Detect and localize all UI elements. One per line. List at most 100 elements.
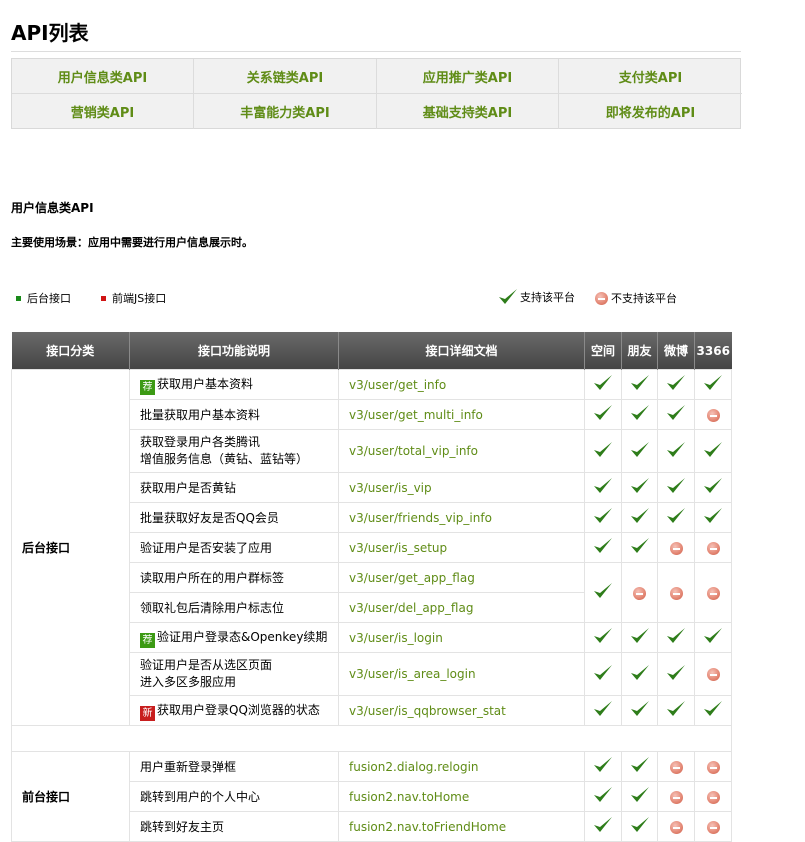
api-doc-link[interactable]: v3/user/is_setup xyxy=(338,532,585,563)
api-doc-link[interactable]: v3/user/get_app_flag xyxy=(338,562,585,593)
api-description: 获取用户是否黄钻 xyxy=(129,472,339,503)
prohibited-icon xyxy=(706,586,720,600)
supported-cell xyxy=(621,429,658,473)
api-doc-link[interactable]: v3/user/del_app_flag xyxy=(338,592,585,623)
api-description-text: 获取用户登录QQ浏览器的状态 xyxy=(157,702,320,717)
api-description-text: 验证用户是否安装了应用 xyxy=(140,541,273,555)
category-link-upcoming[interactable]: 即将发布的API xyxy=(559,94,742,129)
api-description-text: 跳转到用户的个人中心 xyxy=(140,790,261,804)
api-doc-link[interactable]: fusion2.nav.toFriendHome xyxy=(338,811,585,842)
checkmark-icon xyxy=(630,478,649,493)
api-description: 批量获取用户基本资料 xyxy=(129,399,339,430)
checkmark-icon xyxy=(630,628,649,643)
api-description-text: 获取用户基本资料 xyxy=(157,376,254,391)
api-category-grid: 用户信息类API 关系链类API 应用推广类API 支付类API 营销类API … xyxy=(11,58,742,129)
checkmark-icon xyxy=(630,375,649,390)
supported-cell xyxy=(584,811,622,842)
supported-cell xyxy=(584,399,622,430)
checkmark-icon xyxy=(667,508,685,523)
checkmark-icon xyxy=(704,701,722,716)
supported-cell xyxy=(584,781,622,812)
api-description: 批量获取好友是否QQ会员 xyxy=(129,502,339,533)
category-link-capability[interactable]: 丰富能力类API xyxy=(194,94,377,129)
api-description-text: 用户重新登录弹框 xyxy=(140,760,237,774)
api-doc-link[interactable]: v3/user/is_login xyxy=(338,622,585,653)
api-description: 用户重新登录弹框 xyxy=(129,751,339,782)
supported-cell xyxy=(584,622,622,653)
spacer-cell xyxy=(11,725,732,752)
api-doc-link[interactable]: v3/user/total_vip_info xyxy=(338,429,585,473)
red-square-icon xyxy=(101,295,106,301)
supported-cell xyxy=(657,429,695,473)
api-doc-link[interactable]: v3/user/friends_vip_info xyxy=(338,502,585,533)
header-pengyou: 朋友 xyxy=(621,332,658,370)
checkmark-icon xyxy=(594,375,612,390)
checkmark-icon xyxy=(630,508,649,523)
checkmark-icon xyxy=(630,538,649,553)
category-link-promotion[interactable]: 应用推广类API xyxy=(377,59,559,94)
table-row: 前台接口 用户重新登录弹框 fusion2.dialog.relogin xyxy=(11,751,732,842)
checkmark-icon xyxy=(667,701,685,716)
supported-cell xyxy=(621,532,658,563)
api-doc-link[interactable]: v3/user/get_info xyxy=(338,369,585,400)
supported-cell xyxy=(584,502,622,533)
unsupported-cell xyxy=(694,562,732,623)
category-link-relation[interactable]: 关系链类API xyxy=(194,59,377,94)
checkmark-icon xyxy=(594,478,612,493)
checkmark-icon xyxy=(594,664,612,680)
api-doc-link[interactable]: v3/user/is_vip xyxy=(338,472,585,503)
api-description-text: 批量获取用户基本资料 xyxy=(140,408,261,422)
api-doc-link[interactable]: v3/user/is_area_login xyxy=(338,652,585,696)
supported-cell xyxy=(657,652,695,696)
recommended-badge: 荐 xyxy=(140,379,155,395)
api-doc-link[interactable]: fusion2.dialog.relogin xyxy=(338,751,585,782)
legend-unsupported-label: 不支持该平台 xyxy=(611,292,677,305)
recommended-badge: 荐 xyxy=(140,632,155,648)
supported-cell xyxy=(657,695,695,726)
api-table: 接口分类 接口功能说明 接口详细文档 空间 朋友 微博 3366 后台接口荐获取… xyxy=(11,332,732,842)
supported-cell xyxy=(657,502,695,533)
supported-cell xyxy=(694,472,732,503)
supported-cell xyxy=(657,399,695,430)
supported-cell xyxy=(621,695,658,726)
unsupported-cell xyxy=(621,562,658,623)
header-doc: 接口详细文档 xyxy=(338,332,585,370)
supported-cell xyxy=(657,622,695,653)
api-doc-link[interactable]: v3/user/get_multi_info xyxy=(338,399,585,430)
category-link-marketing[interactable]: 营销类API xyxy=(12,94,194,129)
category-link-user-info[interactable]: 用户信息类API xyxy=(12,59,194,94)
checkmark-icon xyxy=(667,664,685,680)
api-description-text: 验证用户是否从选区页面 进入多区多服应用 xyxy=(140,658,273,689)
category-link-payment[interactable]: 支付类API xyxy=(559,59,742,94)
green-square-icon xyxy=(16,295,21,301)
checkmark-icon xyxy=(667,628,685,643)
prohibited-icon xyxy=(706,408,720,422)
checkmark-icon xyxy=(594,817,612,832)
group-label: 后台接口 xyxy=(11,369,130,726)
supported-cell xyxy=(694,695,732,726)
checkmark-icon xyxy=(594,757,612,772)
supported-cell xyxy=(584,532,622,563)
supported-cell xyxy=(657,472,695,503)
api-doc-link[interactable]: v3/user/is_qqbrowser_stat xyxy=(338,695,585,726)
header-category: 接口分类 xyxy=(11,332,130,370)
unsupported-cell xyxy=(657,781,695,812)
prohibited-icon xyxy=(706,541,720,555)
legend-unsupported: 不支持该平台 xyxy=(595,290,677,306)
unsupported-cell xyxy=(694,652,732,696)
checkmark-icon xyxy=(594,441,612,457)
unsupported-cell xyxy=(657,751,695,782)
unsupported-cell xyxy=(657,811,695,842)
prohibited-icon xyxy=(669,541,683,555)
supported-cell xyxy=(621,369,658,400)
unsupported-cell xyxy=(694,399,732,430)
supported-cell xyxy=(621,652,658,696)
category-link-basic[interactable]: 基础支持类API xyxy=(377,94,559,129)
title-divider xyxy=(11,51,741,52)
new-badge: 新 xyxy=(140,705,155,721)
checkmark-icon xyxy=(630,405,649,420)
prohibited-icon xyxy=(706,790,720,804)
api-description: 验证用户是否安装了应用 xyxy=(129,532,339,563)
checkmark-icon xyxy=(667,405,685,420)
api-doc-link[interactable]: fusion2.nav.toHome xyxy=(338,781,585,812)
